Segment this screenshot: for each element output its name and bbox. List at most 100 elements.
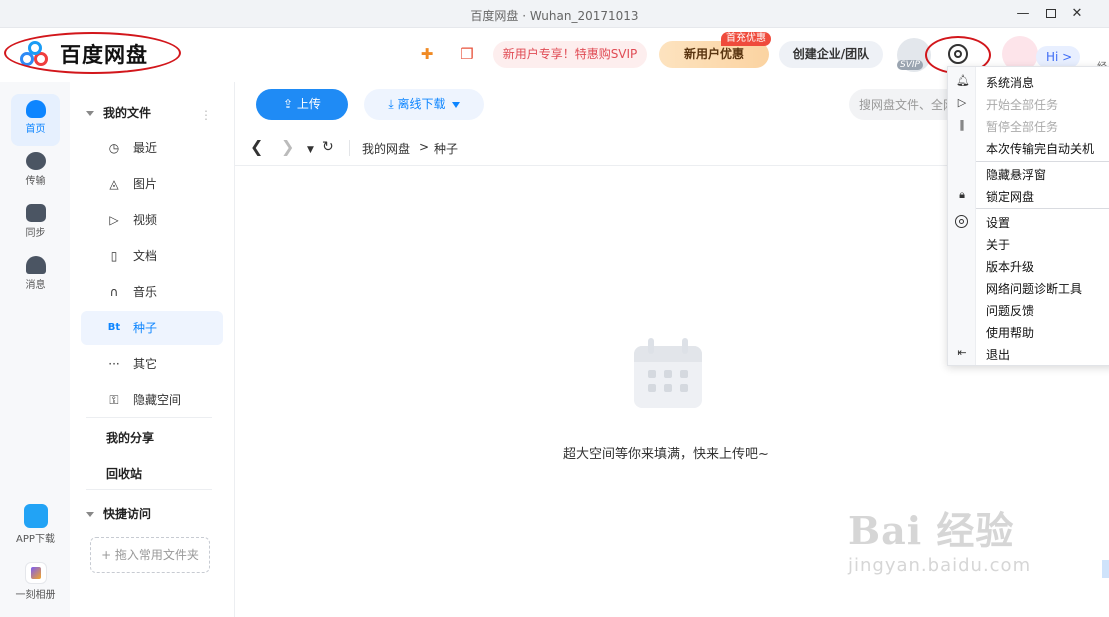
document-icon: ▯ <box>110 249 118 263</box>
settings-gear-icon[interactable] <box>948 44 968 64</box>
first-charge-badge: 首充优惠 <box>721 32 771 46</box>
edge-highlight <box>1102 560 1109 578</box>
menu-item-auto-shutdown[interactable]: 本次传输完自动关机 <box>986 140 1094 157</box>
rail-app-download[interactable]: APP下载 <box>11 498 60 550</box>
my-files-label: 我的文件 <box>103 106 152 120</box>
drop-folder-zone[interactable]: + 拖入常用文件夹 <box>90 537 210 573</box>
history-dropdown-icon[interactable]: ▼ <box>307 141 314 159</box>
settings-gear-icon <box>955 215 968 228</box>
menu-item-hide-float-window[interactable]: 隐藏悬浮窗 <box>986 166 1046 183</box>
rail-message-label: 消息 <box>25 280 46 291</box>
nav-item-label: 视频 <box>133 213 158 227</box>
create-enterprise-button[interactable]: 创建企业/团队 <box>779 41 883 68</box>
file-navigation: 我的文件 ⋮ ◷ 最近 ◬ 图片 ▷ 视频 ▯ 文档 ∩ 音乐 Bt 种子 ··· 其它 ⚿ 隐… <box>70 82 235 617</box>
menu-item-settings[interactable]: 设置 <box>986 214 1010 231</box>
nav-my-share[interactable]: 我的分享 <box>106 429 154 446</box>
menu-item-feedback[interactable]: 问题反馈 <box>986 302 1034 319</box>
offline-download-button[interactable]: ⤓ 离线下载 <box>364 89 484 120</box>
rail-album[interactable]: 一刻相册 <box>11 556 60 608</box>
nav-item-hidden-space[interactable]: ⚿ 隐藏空间 <box>81 383 223 417</box>
upload-icon: ⇪ <box>283 97 297 111</box>
exit-icon: ⇤ <box>957 346 967 359</box>
people-icon <box>25 256 46 274</box>
rail-transfer[interactable]: 传输 <box>11 146 60 198</box>
menu-item-pause-all[interactable]: 暂停全部任务 <box>986 118 1058 135</box>
sync-icon <box>25 204 46 222</box>
phone-icon <box>23 504 48 528</box>
quick-access-header[interactable]: 快捷访问 <box>86 505 151 522</box>
rail-sync[interactable]: 同步 <box>11 198 60 250</box>
app-header: 百度网盘 ✚ ❒ 新用户专享！特惠购SVIP 新用户优惠 首充优惠 创建企业/团… <box>0 28 1109 82</box>
nav-item-label: 其它 <box>133 357 158 371</box>
app-logo[interactable]: 百度网盘 <box>20 39 148 69</box>
gift-icon[interactable]: ❒ <box>456 44 478 64</box>
nav-item-label: 隐藏空间 <box>133 393 182 407</box>
bell-icon: 🔔︎ <box>956 74 970 87</box>
menu-item-help[interactable]: 使用帮助 <box>986 324 1034 341</box>
menu-separator <box>976 161 1109 162</box>
hi-button[interactable]: Hi > <box>1036 46 1080 68</box>
new-user-offer-button[interactable]: 新用户优惠 首充优惠 <box>659 32 771 68</box>
svip-badge: SVIP <box>897 60 923 70</box>
search-input[interactable] <box>849 89 959 120</box>
lock-icon: ⚿ <box>109 393 119 407</box>
breadcrumb-root[interactable]: 我的网盘 <box>362 140 410 157</box>
nav-item-label: 文档 <box>133 249 158 263</box>
download-icon: ⤓ <box>388 97 398 111</box>
back-arrow-icon[interactable]: ❮ <box>250 138 263 156</box>
menu-item-lock-netdisk[interactable]: 锁定网盘 <box>986 188 1034 205</box>
pause-icon: ‖ <box>959 118 965 131</box>
menu-item-upgrade[interactable]: 版本升级 <box>986 258 1034 275</box>
nav-item-recent[interactable]: ◷ 最近 <box>81 131 223 165</box>
nav-item-documents[interactable]: ▯ 文档 <box>81 239 223 273</box>
transfer-icon <box>25 152 46 170</box>
collapse-triangle-icon <box>86 512 94 517</box>
nav-item-music[interactable]: ∩ 音乐 <box>81 275 223 309</box>
quick-access-label: 快捷访问 <box>103 507 152 521</box>
maximize-button[interactable] <box>1040 4 1062 24</box>
left-rail: 首页 传输 同步 消息 APP下载 一刻相册 <box>0 82 70 617</box>
nav-item-images[interactable]: ◬ 图片 <box>81 167 223 201</box>
nav-item-other[interactable]: ··· 其它 <box>81 347 223 381</box>
nav-item-torrents[interactable]: Bt 种子 <box>81 311 223 345</box>
game-icon[interactable]: ✚ <box>416 44 438 64</box>
rail-sync-label: 同步 <box>25 228 46 239</box>
forward-arrow-icon[interactable]: ❯ <box>281 138 294 156</box>
collapse-triangle-icon <box>86 111 94 116</box>
refresh-icon[interactable]: ↻ <box>322 138 334 156</box>
minimize-button[interactable]: — <box>1012 4 1034 24</box>
breadcrumb-current: 种子 <box>434 142 459 156</box>
menu-item-system-messages[interactable]: 系统消息 <box>986 74 1034 91</box>
upload-button[interactable]: ⇪ 上传 <box>256 89 348 120</box>
rail-home[interactable]: 首页 <box>11 94 60 146</box>
my-files-header[interactable]: 我的文件 <box>86 104 151 121</box>
empty-calendar-icon <box>634 338 702 408</box>
menu-item-exit[interactable]: 退出 <box>986 346 1010 363</box>
clock-icon: ◷ <box>108 141 120 155</box>
menu-item-about[interactable]: 关于 <box>986 236 1010 253</box>
nav-divider <box>86 489 212 490</box>
svip-promo-button[interactable]: 新用户专享！特惠购SVIP <box>493 41 647 68</box>
menu-item-start-all[interactable]: 开始全部任务 <box>986 96 1058 113</box>
play-icon: ▷ <box>957 96 967 109</box>
window-title: 百度网盘 · Wuhan_20171013 <box>470 9 639 23</box>
nav-item-videos[interactable]: ▷ 视频 <box>81 203 223 237</box>
user-avatar[interactable]: SVIP <box>897 38 931 72</box>
lock-icon: 🔒︎ <box>959 188 965 201</box>
new-user-offer-label: 新用户优惠 <box>683 47 744 61</box>
empty-state-text: 超大空间等你来填满，快来上传吧~ <box>563 447 769 462</box>
nav-item-label: 图片 <box>133 177 158 191</box>
offline-download-label: 离线下载 <box>397 97 446 111</box>
baidu-jingyan-watermark: Bai 经验 jingyan.baidu.com <box>848 500 1031 576</box>
breadcrumb-separator: > <box>419 140 430 154</box>
nav-recycle-bin[interactable]: 回收站 <box>106 465 142 482</box>
caret-down-icon <box>451 101 460 108</box>
rail-message[interactable]: 消息 <box>11 250 60 302</box>
more-dots-icon[interactable]: ⋮ <box>200 108 212 122</box>
nav-item-label: 最近 <box>133 141 158 155</box>
settings-dropdown-menu: 🔔︎ 系统消息 ▷ 开始全部任务 ‖ 暂停全部任务 本次传输完自动关机 隐藏悬浮… <box>947 66 1109 366</box>
home-cloud-icon <box>25 100 46 118</box>
menu-item-network-diagnostics[interactable]: 网络问题诊断工具 <box>986 280 1082 297</box>
rail-app-label: APP下载 <box>16 534 55 545</box>
close-button[interactable]: ✕ <box>1066 4 1088 24</box>
